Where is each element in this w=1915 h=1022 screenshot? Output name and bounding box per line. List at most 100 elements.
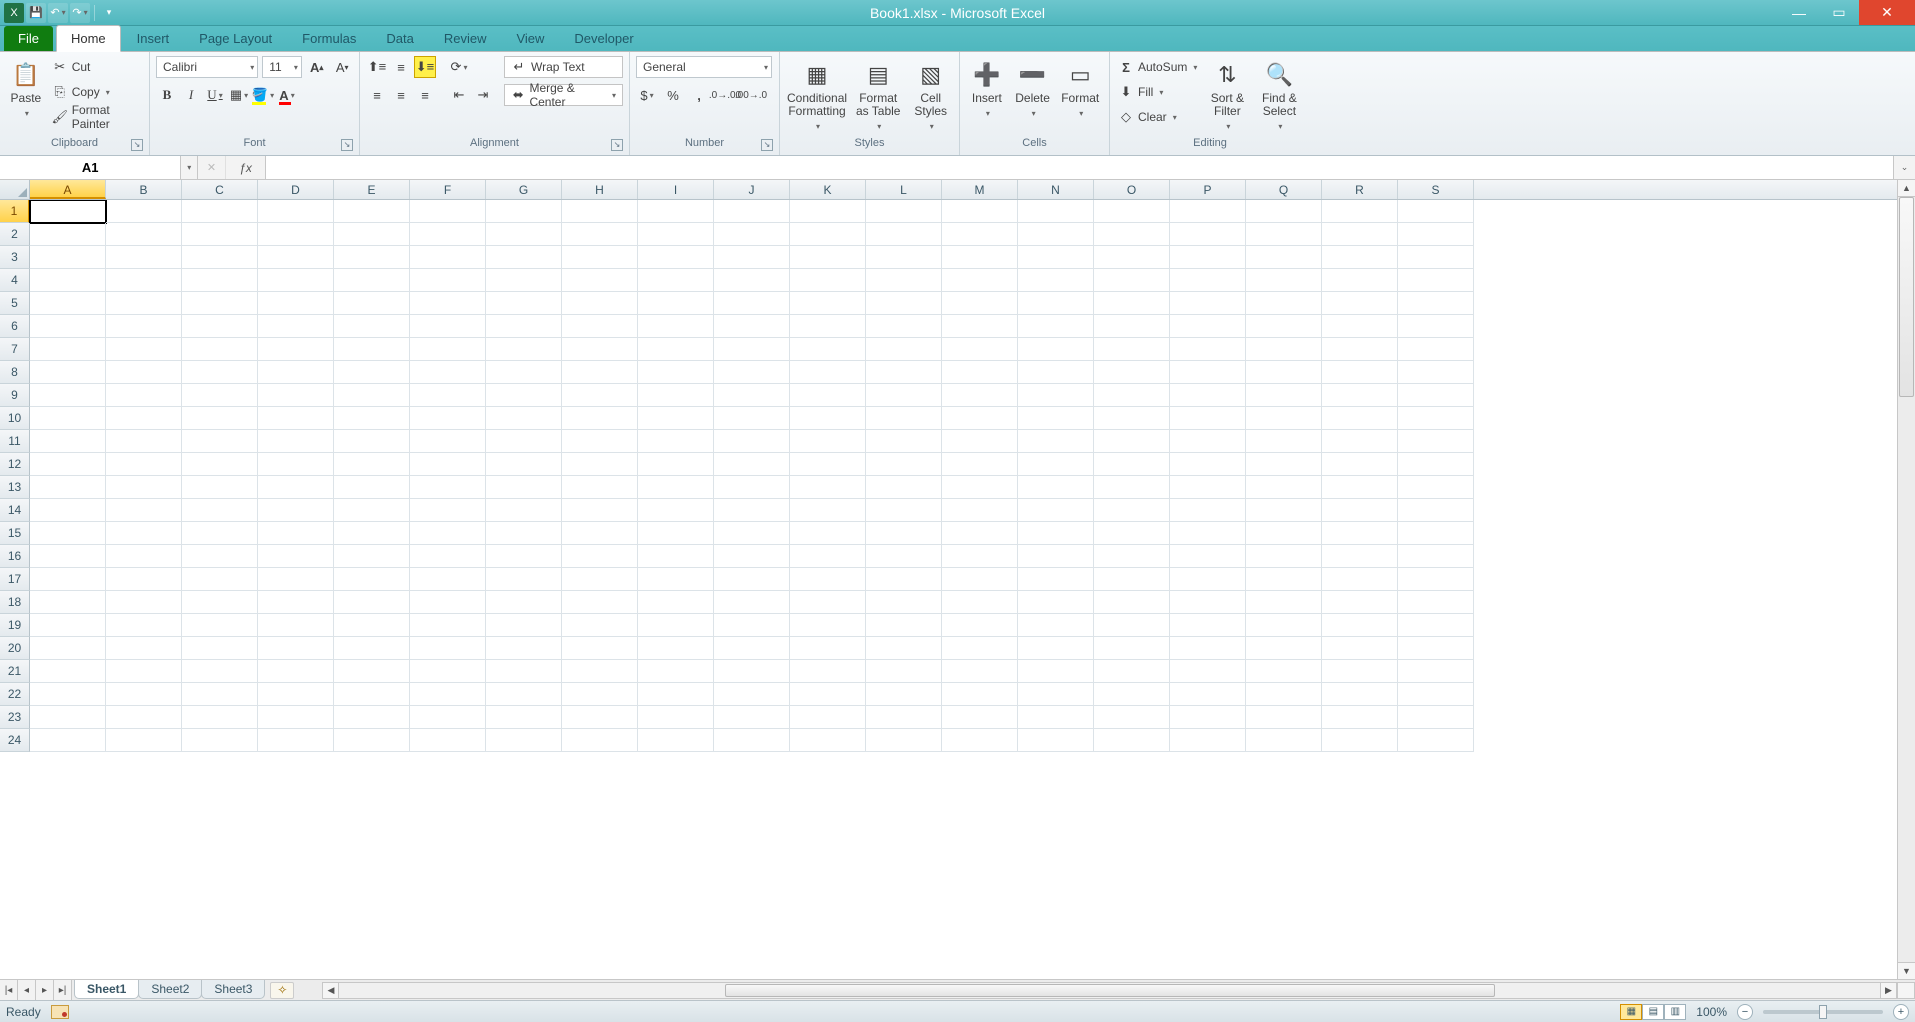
- cell[interactable]: [714, 729, 790, 752]
- cell[interactable]: [790, 476, 866, 499]
- cell[interactable]: [714, 545, 790, 568]
- cell[interactable]: [1170, 660, 1246, 683]
- cell[interactable]: [638, 614, 714, 637]
- cell[interactable]: [790, 315, 866, 338]
- macro-record-icon[interactable]: [51, 1005, 69, 1019]
- cell[interactable]: [866, 683, 942, 706]
- cell[interactable]: [106, 614, 182, 637]
- cell[interactable]: [714, 637, 790, 660]
- cell[interactable]: [562, 246, 638, 269]
- cell[interactable]: [942, 591, 1018, 614]
- cell[interactable]: [1322, 660, 1398, 683]
- cell[interactable]: [334, 522, 410, 545]
- cell[interactable]: [1246, 430, 1322, 453]
- cell[interactable]: [410, 499, 486, 522]
- cell[interactable]: [1246, 384, 1322, 407]
- cell[interactable]: [334, 200, 410, 223]
- zoom-level[interactable]: 100%: [1696, 1005, 1727, 1019]
- cell[interactable]: [258, 660, 334, 683]
- cell[interactable]: [790, 660, 866, 683]
- cell[interactable]: [182, 476, 258, 499]
- cell[interactable]: [942, 246, 1018, 269]
- cell[interactable]: [410, 568, 486, 591]
- font-name-combo[interactable]: Calibri: [156, 56, 258, 78]
- cell[interactable]: [942, 361, 1018, 384]
- conditional-formatting-button[interactable]: ▦Conditional Formatting: [786, 56, 848, 133]
- cell[interactable]: [1398, 453, 1474, 476]
- cell[interactable]: [182, 522, 258, 545]
- cell[interactable]: [942, 729, 1018, 752]
- cell[interactable]: [942, 499, 1018, 522]
- cell[interactable]: [486, 246, 562, 269]
- cell[interactable]: [866, 361, 942, 384]
- cell[interactable]: [866, 614, 942, 637]
- cell[interactable]: [106, 200, 182, 223]
- cell[interactable]: [790, 729, 866, 752]
- copy-button[interactable]: ⎘Copy: [50, 81, 143, 103]
- cell[interactable]: [866, 568, 942, 591]
- cell[interactable]: [942, 407, 1018, 430]
- font-size-combo[interactable]: 11: [262, 56, 302, 78]
- insert-cells-button[interactable]: ➕Insert: [966, 56, 1008, 120]
- cell[interactable]: [942, 453, 1018, 476]
- comma-format-button[interactable]: ,: [688, 84, 710, 106]
- cell[interactable]: [182, 706, 258, 729]
- cell[interactable]: [30, 246, 106, 269]
- cell[interactable]: [790, 292, 866, 315]
- cell[interactable]: [334, 729, 410, 752]
- cell[interactable]: [1094, 614, 1170, 637]
- cell[interactable]: [334, 499, 410, 522]
- cell[interactable]: [30, 499, 106, 522]
- cell[interactable]: [258, 683, 334, 706]
- align-center-button[interactable]: ≡: [390, 84, 412, 106]
- cell[interactable]: [1398, 499, 1474, 522]
- cell[interactable]: [1170, 315, 1246, 338]
- cell[interactable]: [866, 729, 942, 752]
- cell[interactable]: [1170, 522, 1246, 545]
- wrap-text-button[interactable]: ↵Wrap Text: [504, 56, 623, 78]
- delete-cells-button[interactable]: ➖Delete: [1012, 56, 1054, 120]
- cell[interactable]: [410, 246, 486, 269]
- cell[interactable]: [1322, 522, 1398, 545]
- page-layout-view-button[interactable]: ▤: [1642, 1004, 1664, 1020]
- cell[interactable]: [562, 706, 638, 729]
- cell[interactable]: [410, 729, 486, 752]
- cell[interactable]: [790, 246, 866, 269]
- cell[interactable]: [486, 453, 562, 476]
- cell[interactable]: [1094, 637, 1170, 660]
- row-header[interactable]: 2: [0, 223, 30, 246]
- cell[interactable]: [714, 476, 790, 499]
- cell[interactable]: [866, 223, 942, 246]
- cell[interactable]: [410, 407, 486, 430]
- cell[interactable]: [486, 545, 562, 568]
- cell[interactable]: [1246, 614, 1322, 637]
- row-header[interactable]: 15: [0, 522, 30, 545]
- cell[interactable]: [942, 522, 1018, 545]
- cell[interactable]: [1322, 361, 1398, 384]
- cell[interactable]: [334, 476, 410, 499]
- cell[interactable]: [182, 499, 258, 522]
- cell[interactable]: [106, 246, 182, 269]
- cell[interactable]: [410, 269, 486, 292]
- cell[interactable]: [942, 315, 1018, 338]
- cell[interactable]: [714, 407, 790, 430]
- cell[interactable]: [1170, 292, 1246, 315]
- cell[interactable]: [942, 200, 1018, 223]
- orientation-button[interactable]: ⟳: [448, 56, 470, 78]
- cell[interactable]: [1094, 338, 1170, 361]
- column-header[interactable]: D: [258, 180, 334, 199]
- cell[interactable]: [30, 729, 106, 752]
- cell[interactable]: [790, 223, 866, 246]
- cell[interactable]: [30, 315, 106, 338]
- cell[interactable]: [562, 361, 638, 384]
- cell[interactable]: [1094, 430, 1170, 453]
- cell[interactable]: [410, 614, 486, 637]
- row-header[interactable]: 6: [0, 315, 30, 338]
- row-header[interactable]: 4: [0, 269, 30, 292]
- row-header[interactable]: 21: [0, 660, 30, 683]
- row-header[interactable]: 23: [0, 706, 30, 729]
- cell[interactable]: [1018, 660, 1094, 683]
- increase-decimal-button[interactable]: .0→.00: [714, 84, 736, 106]
- cell[interactable]: [562, 568, 638, 591]
- scroll-down-button[interactable]: ▼: [1898, 962, 1915, 979]
